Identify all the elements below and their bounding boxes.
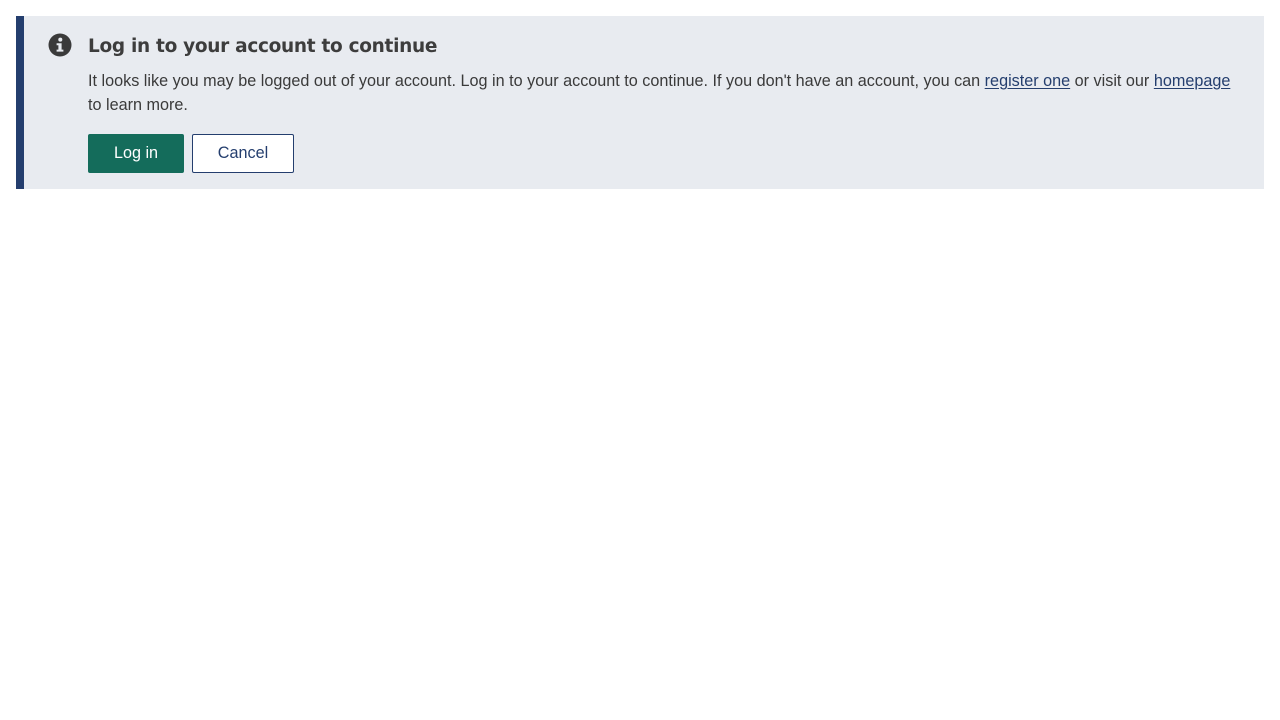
alert-content: Log in to your account to continue It lo… [88,35,1238,173]
cancel-button[interactable]: Cancel [192,134,294,173]
info-circle-icon [48,33,72,57]
alert-message: It looks like you may be logged out of y… [88,69,1238,117]
alert-message-text: to learn more. [88,96,188,114]
alert-actions: Log in Cancel [88,134,294,173]
alert-title: Log in to your account to continue [88,36,438,57]
login-alert: Log in to your account to continue It lo… [16,16,1264,189]
alert-message-text: It looks like you may be logged out of y… [88,72,985,90]
login-button[interactable]: Log in [88,134,184,173]
alert-message-text: or visit our [1070,72,1154,90]
register-link[interactable]: register one [985,72,1070,90]
homepage-link[interactable]: homepage [1154,72,1231,90]
